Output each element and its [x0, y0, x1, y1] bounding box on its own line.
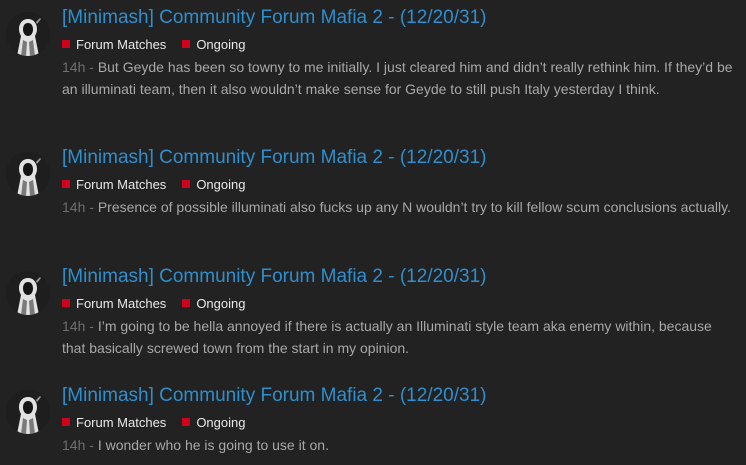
tag-square-icon [182, 418, 191, 426]
tag-square-icon [62, 299, 70, 307]
tag-ongoing[interactable]: Ongoing [182, 415, 245, 430]
user-avatar[interactable] [6, 390, 50, 434]
tag-list: Forum Matches Ongoing [62, 414, 261, 430]
post-snippet: 14h - But Geyde has been so towny to me … [62, 56, 734, 100]
tag-list: Forum Matches Ongoing [62, 36, 261, 52]
timestamp-separator: - [85, 199, 98, 215]
timestamp-separator: - [85, 318, 98, 334]
post-excerpt: I’m going to be hella annoyed if there i… [62, 318, 712, 356]
user-avatar[interactable] [6, 12, 50, 56]
post-snippet: 14h - I’m going to be hella annoyed if t… [62, 315, 734, 359]
tag-forum-matches[interactable]: Forum Matches [62, 37, 166, 52]
user-avatar[interactable] [6, 271, 50, 315]
tag-square-icon [62, 418, 70, 426]
post-timestamp[interactable]: 14h [62, 199, 85, 215]
post-excerpt: But Geyde has been so towny to me initia… [62, 59, 733, 97]
tag-label: Ongoing [196, 176, 246, 192]
timestamp-separator: - [85, 437, 98, 453]
tag-square-icon [182, 299, 191, 307]
tag-square-icon [62, 180, 70, 188]
post-excerpt: I wonder who he is going to use it on. [97, 437, 329, 453]
thread-title-link[interactable]: [Minimash] Community Forum Mafia 2 - (12… [62, 6, 486, 30]
post-timestamp[interactable]: 14h [62, 318, 85, 334]
tag-label: Forum Matches [76, 36, 167, 52]
thread-title-link[interactable]: [Minimash] Community Forum Mafia 2 - (12… [62, 384, 486, 408]
tag-label: Ongoing [196, 295, 246, 311]
tag-forum-matches[interactable]: Forum Matches [62, 296, 166, 311]
post-timestamp[interactable]: 14h [62, 59, 85, 75]
post-snippet: 14h - I wonder who he is going to use it… [62, 434, 734, 456]
hooded-figure-avatar-icon [6, 12, 50, 56]
tag-ongoing[interactable]: Ongoing [182, 296, 245, 311]
tag-list: Forum Matches Ongoing [62, 295, 261, 311]
tag-forum-matches[interactable]: Forum Matches [62, 415, 166, 430]
tag-ongoing[interactable]: Ongoing [182, 37, 245, 52]
hooded-figure-avatar-icon [6, 271, 50, 315]
tag-square-icon [182, 180, 191, 188]
tag-square-icon [62, 40, 70, 48]
thread-title-link[interactable]: [Minimash] Community Forum Mafia 2 - (12… [62, 265, 486, 289]
hooded-figure-avatar-icon [6, 390, 50, 434]
tag-square-icon [182, 40, 191, 48]
user-avatar[interactable] [6, 152, 50, 196]
timestamp-separator: - [85, 59, 98, 75]
post-snippet: 14h - Presence of possible illuminati al… [62, 196, 734, 218]
tag-label: Ongoing [196, 36, 246, 52]
thread-title-link[interactable]: [Minimash] Community Forum Mafia 2 - (12… [62, 146, 486, 170]
tag-label: Ongoing [196, 414, 246, 430]
post-excerpt: Presence of possible illuminati also fuc… [97, 199, 731, 215]
tag-label: Forum Matches [76, 295, 167, 311]
hooded-figure-avatar-icon [6, 152, 50, 196]
tag-label: Forum Matches [76, 176, 167, 192]
post-timestamp[interactable]: 14h [62, 437, 85, 453]
tag-label: Forum Matches [76, 414, 167, 430]
tag-list: Forum Matches Ongoing [62, 176, 261, 192]
tag-forum-matches[interactable]: Forum Matches [62, 177, 166, 192]
tag-ongoing[interactable]: Ongoing [182, 177, 245, 192]
